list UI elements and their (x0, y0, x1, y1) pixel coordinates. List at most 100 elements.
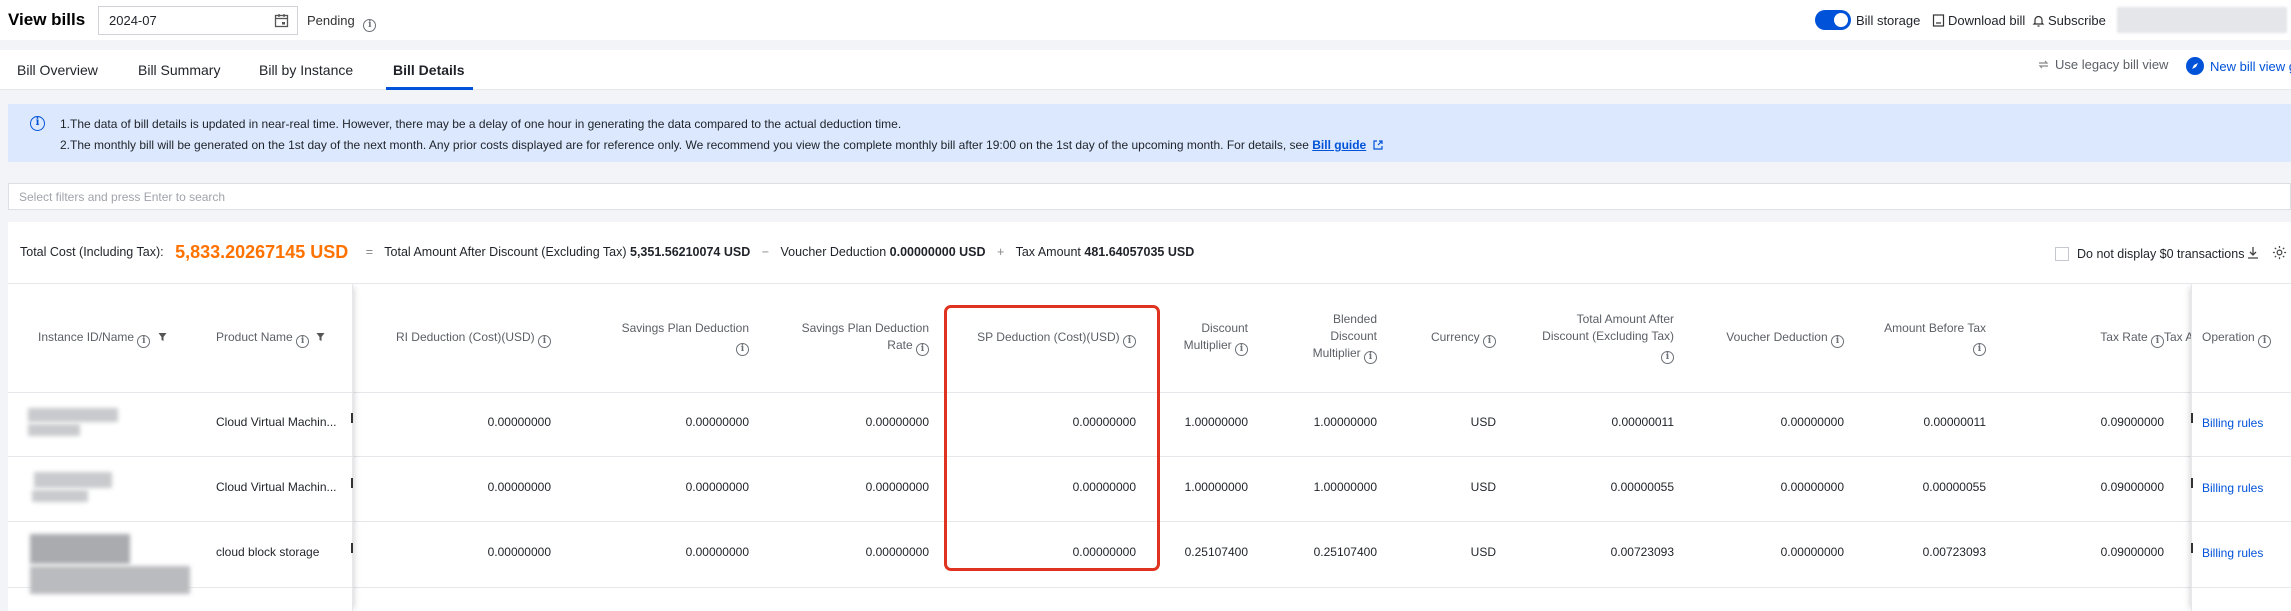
cell-product: cloud block storage (216, 545, 320, 559)
row-divider (8, 456, 353, 457)
info-icon[interactable]: i (1364, 351, 1377, 364)
download-icon[interactable] (2246, 246, 2260, 260)
clipped-cell-edge (2191, 543, 2193, 553)
subscribe-button[interactable]: Subscribe (2032, 13, 2106, 28)
month-picker-value: 2024-07 (109, 13, 157, 28)
bell-icon (2032, 15, 2045, 27)
col-header-sp-rate[interactable]: Savings Plan Deduction Rate i (768, 320, 929, 356)
billing-rules-link[interactable]: Billing rules (2202, 481, 2263, 495)
redacted-instance-name (32, 490, 88, 502)
col-header-currency[interactable]: Currency i (1388, 329, 1496, 348)
info-icon[interactable]: i (137, 335, 151, 348)
redacted-instance-id (28, 408, 118, 422)
clipped-cell-edge (2191, 478, 2193, 488)
top-bar: View bills 2024-07 Pending i Bill storag… (0, 0, 2291, 40)
account-menu[interactable] (2117, 7, 2287, 33)
col-header-operation-text: Operation (2202, 330, 2255, 344)
subscribe-label: Subscribe (2048, 13, 2106, 28)
tab-bill-by-instance[interactable]: Bill by Instance (259, 62, 353, 78)
filter-search-input[interactable]: Select filters and press Enter to search (8, 183, 2291, 210)
info-icon[interactable]: i (2151, 335, 2164, 348)
info-icon[interactable]: i (1483, 335, 1496, 348)
hide-zero-transactions-option[interactable]: Do not display $0 transactions (2055, 247, 2244, 261)
page-title: View bills (8, 10, 86, 29)
billing-rules-link[interactable]: Billing rules (2202, 416, 2263, 430)
col-header-tax-rate[interactable]: Tax Rate i (2038, 329, 2164, 348)
cell-discount: 1.00000000 (1184, 415, 1248, 429)
col-header-blended-text-2: Discount (1330, 329, 1377, 343)
cell-blended: 1.00000000 (1313, 415, 1377, 429)
tax-amount-label: Tax Amount (1015, 245, 1081, 259)
info-icon[interactable]: i (1831, 335, 1844, 348)
notice-line-2: 2.The monthly bill will be generated on … (60, 138, 1383, 152)
gear-icon[interactable] (2272, 245, 2287, 260)
download-bill-button[interactable]: Download bill (1932, 13, 2025, 28)
col-header-tax-rate-text: Tax Rate (2100, 330, 2148, 344)
voucher-deduction-value: 0.00000000 USD (889, 245, 986, 259)
info-icon[interactable]: i (736, 343, 749, 356)
hide-zero-checkbox[interactable] (2055, 247, 2069, 261)
total-cost-label: Total Cost (Including Tax): (20, 245, 164, 259)
filter-icon[interactable] (158, 332, 167, 342)
billing-rules-link[interactable]: Billing rules (2202, 546, 2263, 560)
col-header-product[interactable]: Product Name i (216, 329, 325, 348)
info-icon[interactable]: i (1235, 343, 1248, 356)
info-icon[interactable]: i (2258, 335, 2272, 348)
info-icon[interactable]: i (363, 19, 377, 32)
cell-product: Cloud Virtual Machin... (216, 415, 337, 429)
notice-line-2-text: 2.The monthly bill will be generated on … (60, 138, 1309, 152)
info-icon[interactable]: i (296, 335, 310, 348)
notice-info-icon: i (30, 116, 45, 131)
redacted-instance-name (28, 424, 80, 436)
cell-after-discount: 0.00723093 (1610, 545, 1674, 559)
tab-bill-details[interactable]: Bill Details (393, 62, 465, 78)
bill-guide-link[interactable]: Bill guide (1312, 138, 1366, 152)
filter-icon[interactable] (316, 332, 325, 342)
download-bill-label: Download bill (1948, 13, 2026, 28)
info-icon[interactable]: i (538, 335, 551, 348)
info-icon[interactable]: i (1661, 351, 1674, 364)
tab-bill-overview[interactable]: Bill Overview (17, 62, 98, 78)
bill-storage-toggle[interactable] (1815, 10, 1851, 30)
col-header-tax-amount[interactable]: Tax A (2164, 329, 2193, 346)
col-header-discount[interactable]: Discount Multiplier i (1148, 320, 1248, 356)
col-header-instance-text: Instance ID/Name (38, 330, 135, 344)
col-header-voucher[interactable]: Voucher Deduction i (1688, 329, 1844, 348)
cell-after-discount: 0.00000011 (1611, 415, 1674, 429)
col-header-before-tax[interactable]: Amount Before Tax i (1858, 320, 1986, 356)
legacy-view-link[interactable]: Use legacy bill view (2037, 57, 2168, 72)
redacted-instance-id (30, 534, 130, 564)
col-header-instance[interactable]: Instance ID/Name i (38, 329, 167, 348)
col-header-sp-deduction[interactable]: Savings Plan Deduction i (568, 320, 749, 356)
col-header-after-discount[interactable]: Total Amount After Discount (Excluding Ta… (1508, 311, 1674, 364)
col-header-operation: Operation i (2202, 329, 2272, 348)
row-divider (2192, 587, 2291, 588)
cell-before-tax: 0.00723093 (1922, 545, 1986, 559)
header-divider (8, 392, 353, 393)
tab-bill-summary[interactable]: Bill Summary (138, 62, 220, 78)
redacted-instance-id (34, 472, 112, 488)
new-view-label: New bill view g (2210, 59, 2291, 74)
cell-blended: 1.00000000 (1313, 480, 1377, 494)
month-picker[interactable]: 2024-07 (98, 6, 298, 35)
cell-sp-rate: 0.00000000 (865, 480, 929, 494)
cell-ri: 0.00000000 (487, 415, 551, 429)
clipped-cell-edge (351, 478, 353, 488)
info-icon[interactable]: i (916, 343, 929, 356)
minus-sign: − (761, 245, 770, 259)
header-divider (2192, 392, 2291, 393)
new-view-link[interactable]: New bill view g (2186, 57, 2291, 75)
col-header-blended-text-3: Multiplier (1312, 346, 1361, 360)
col-header-ri-deduction[interactable]: RI Deduction (Cost)(USD) i (368, 329, 551, 348)
col-header-before-tax-text: Amount Before Tax (1884, 321, 1986, 335)
row-divider (8, 521, 353, 522)
cell-sp-rate: 0.00000000 (865, 415, 929, 429)
col-header-blended-discount[interactable]: Blended Discount Multiplier i (1258, 311, 1377, 364)
tab-bar: Bill Overview Bill Summary Bill by Insta… (0, 50, 2291, 90)
external-link-icon (1372, 140, 1383, 150)
download-doc-icon (1932, 14, 1945, 27)
col-header-sp-rate-text-1: Savings Plan Deduction (801, 321, 929, 335)
info-icon[interactable]: i (1973, 343, 1986, 356)
col-header-voucher-text: Voucher Deduction (1726, 330, 1828, 344)
after-discount-label: Total Amount After Discount (Excluding T… (384, 245, 627, 259)
